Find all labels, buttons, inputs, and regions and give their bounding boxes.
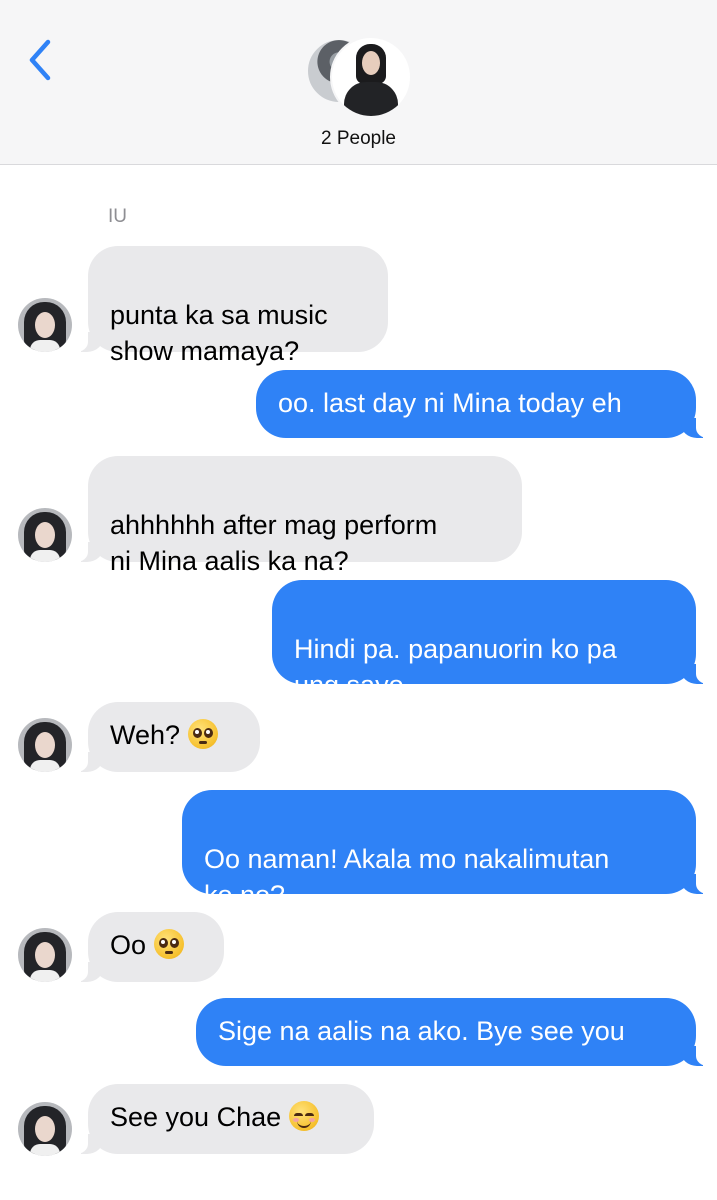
message-text: Weh? <box>110 720 181 750</box>
sender-avatar[interactable] <box>18 298 72 352</box>
back-button[interactable] <box>24 36 58 84</box>
conversation-header: 2 People <box>0 0 717 165</box>
message-text: punta ka sa music show mamaya? <box>110 300 328 366</box>
sender-name: IU <box>108 206 127 227</box>
pleading-face-icon <box>154 929 185 959</box>
message-text: Oo naman! Akala mo nakalimutan ko no? <box>204 844 610 910</box>
message-bubble-outgoing[interactable]: Hindi pa. papanuorin ko pa ung sayo <box>272 580 710 700</box>
message-bubble-incoming[interactable]: ahhhhhh after mag perform ni Mina aalis … <box>74 456 522 576</box>
message-text: Sige na aalis na ako. Bye see you <box>218 1016 625 1046</box>
message-text: oo. last day ni Mina today eh <box>278 388 622 418</box>
message-bubble-incoming[interactable]: Weh? <box>74 702 260 772</box>
avatar <box>330 36 412 118</box>
message-text: See you Chae <box>110 1102 282 1132</box>
message-bubble-outgoing[interactable]: Sige na aalis na ako. Bye see you <box>196 998 710 1066</box>
message-bubble-incoming[interactable]: See you Chae <box>74 1084 374 1154</box>
message-text: ahhhhhh after mag perform ni Mina aalis … <box>110 510 438 576</box>
chevron-left-icon <box>24 36 58 84</box>
group-avatar-stack[interactable] <box>306 36 412 118</box>
message-text: Hindi pa. papanuorin ko pa ung sayo <box>294 634 617 700</box>
message-bubble-outgoing[interactable]: Oo naman! Akala mo nakalimutan ko no? <box>182 790 710 910</box>
message-bubble-incoming[interactable]: punta ka sa music show mamaya? <box>74 246 388 366</box>
message-bubble-outgoing[interactable]: oo. last day ni Mina today eh <box>256 370 710 438</box>
sender-avatar[interactable] <box>18 1102 72 1156</box>
smiling-face-icon <box>289 1101 320 1131</box>
sender-avatar[interactable] <box>18 718 72 772</box>
sender-avatar[interactable] <box>18 508 72 562</box>
pleading-face-icon <box>188 719 219 749</box>
message-text: Oo <box>110 930 147 960</box>
message-bubble-incoming[interactable]: Oo <box>74 912 224 982</box>
group-title[interactable]: 2 People <box>0 128 717 150</box>
sender-avatar[interactable] <box>18 928 72 982</box>
